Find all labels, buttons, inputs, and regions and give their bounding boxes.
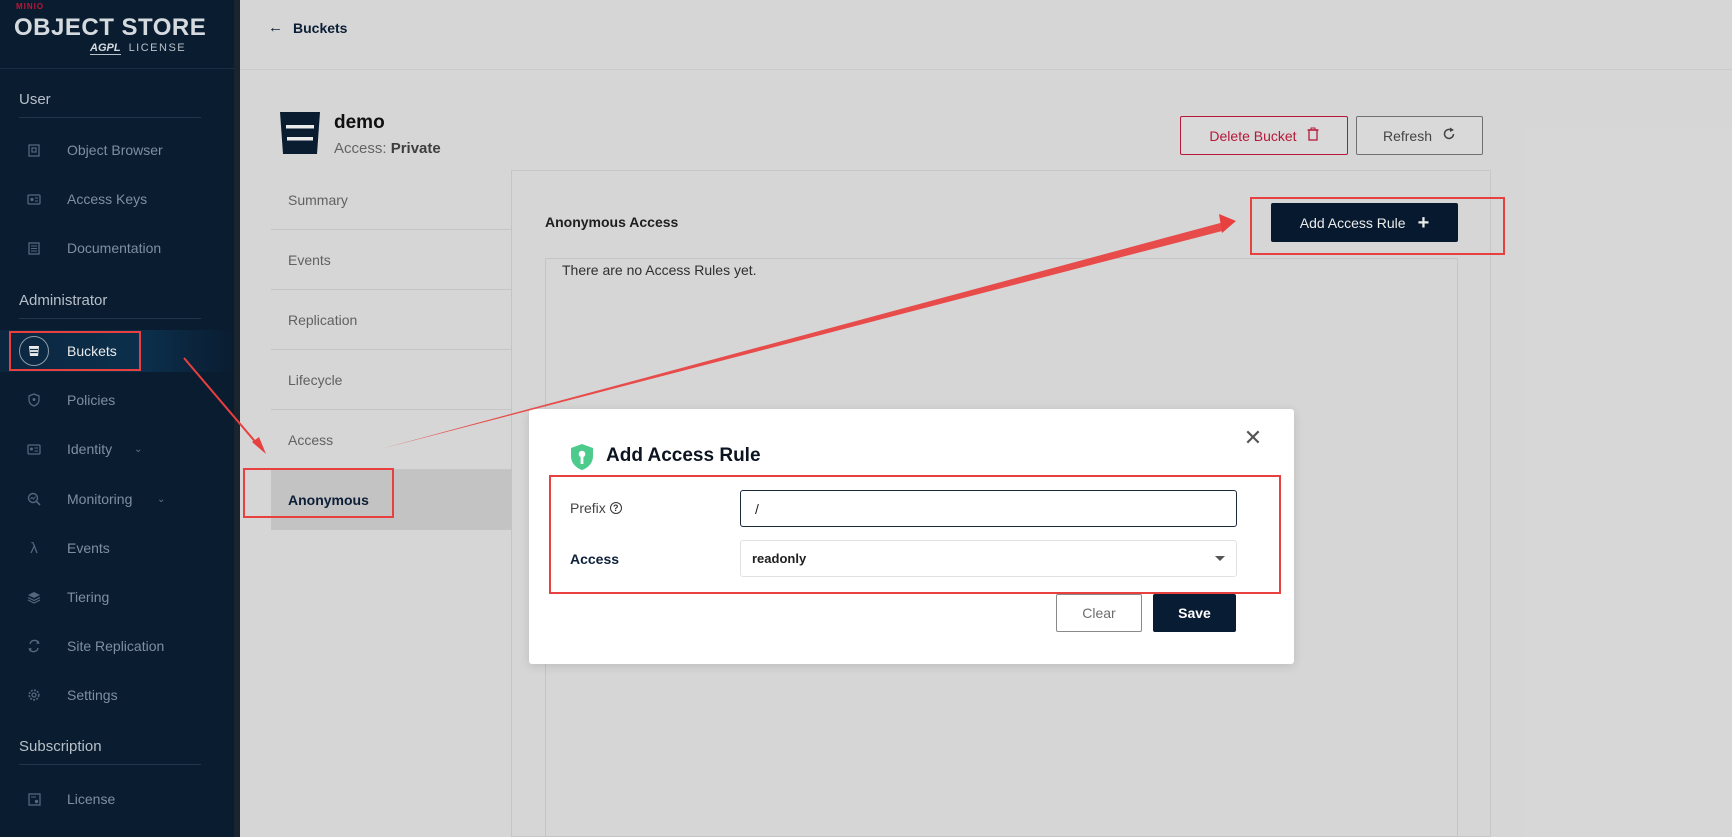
modal-title: Add Access Rule	[606, 445, 761, 466]
shield-key-icon	[569, 443, 595, 471]
save-button[interactable]: Save	[1153, 594, 1236, 632]
annotation-box-form	[549, 475, 1281, 594]
close-icon[interactable]: ✕	[1242, 427, 1264, 449]
annotation-box-anonymous-tab	[243, 468, 394, 518]
annotation-box-buckets	[9, 331, 141, 371]
annotation-box-add-rule	[1250, 197, 1505, 255]
clear-button[interactable]: Clear	[1056, 594, 1142, 632]
